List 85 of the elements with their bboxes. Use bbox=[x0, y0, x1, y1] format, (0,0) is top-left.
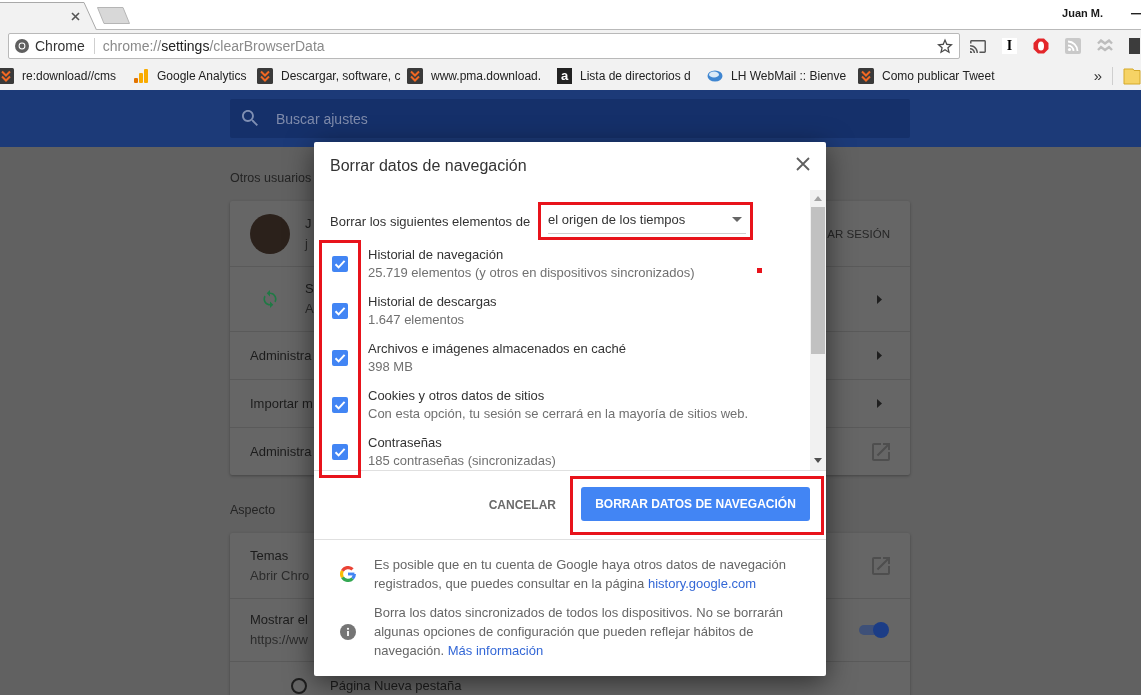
caret-icon bbox=[732, 217, 742, 222]
double-chevron-icon bbox=[257, 68, 273, 84]
time-range-dropdown[interactable]: el origen de los tiempos bbox=[548, 206, 746, 234]
g-logo-icon bbox=[340, 566, 356, 582]
item-description: 398 MB bbox=[368, 357, 414, 376]
profile-name[interactable]: Juan M. bbox=[1062, 7, 1103, 20]
double-chevron-icon bbox=[407, 68, 423, 84]
cast-icon[interactable] bbox=[970, 39, 986, 53]
scrollbar[interactable] bbox=[810, 190, 826, 470]
toggle-switch[interactable] bbox=[856, 620, 890, 640]
item-title: Contraseñas bbox=[368, 433, 443, 452]
sync-icon bbox=[261, 290, 279, 308]
avatar bbox=[250, 213, 290, 254]
bookmark-item[interactable]: Google Analytics bbox=[133, 64, 257, 88]
tile-icon[interactable] bbox=[1129, 38, 1140, 54]
octagon-icon[interactable] bbox=[1033, 38, 1049, 54]
bookmark-item[interactable]: a Lista de directorios d bbox=[557, 64, 707, 88]
range-label: Borrar los siguientes elementos de bbox=[330, 214, 531, 229]
section-heading: Otros usuarios bbox=[230, 171, 312, 185]
more-bookmarks-button[interactable]: » bbox=[1093, 67, 1102, 85]
bookmark-item[interactable]: Como publicar Tweet bbox=[858, 64, 1008, 88]
row-subtitle: Abrir Chro bbox=[250, 566, 310, 585]
item-description: 1.647 elementos bbox=[368, 310, 466, 329]
bookmark-item[interactable]: www.pma.download. bbox=[407, 64, 557, 88]
letter-tile-icon: a bbox=[557, 68, 572, 84]
chevron-right-icon bbox=[877, 351, 882, 360]
section-heading: Aspecto bbox=[230, 503, 276, 517]
row-title: Administra bbox=[250, 442, 312, 461]
address-bar[interactable]: Chrome chrome://settings/clearBrowserData bbox=[8, 33, 960, 59]
extension-button[interactable]: I bbox=[1002, 38, 1017, 54]
url-text[interactable]: chrome://settings/clearBrowserData bbox=[102, 37, 325, 55]
item-title: Historial de descargas bbox=[368, 292, 497, 311]
row-title: S bbox=[305, 280, 314, 298]
new-tab-button[interactable] bbox=[97, 7, 130, 24]
checkbox[interactable] bbox=[332, 302, 348, 319]
note-text: Es posible que en tu cuenta de Google haya otros datos de navegación registrados, que puedes consultar en la página history.google.com bbox=[374, 556, 787, 593]
bookmark-item[interactable]: Descargar, software, c bbox=[257, 64, 407, 88]
minimize-icon[interactable] bbox=[1131, 13, 1141, 15]
checkbox[interactable] bbox=[332, 255, 348, 272]
double-chevron-icon bbox=[858, 68, 874, 84]
squiggle-icon[interactable] bbox=[1097, 39, 1113, 53]
item-description: Con esta opción, tu sesión se cerrará en la mayoría de sitios web. bbox=[368, 404, 749, 423]
note-text: Borra los datos sincronizados de todos los dispositivos. No se borrarán algunas opciones de configuración que pueden reflejar hábitos de navegación. Más información bbox=[374, 604, 784, 660]
item-title: Archivos e imágenes almacenados en caché bbox=[368, 339, 626, 358]
row-title: Mostrar el bbox=[250, 611, 308, 629]
item-description: 185 contraseñas (sincronizadas) bbox=[368, 451, 556, 470]
chevron-right-icon bbox=[877, 399, 882, 408]
feed-icon[interactable] bbox=[1065, 38, 1081, 54]
row-subtitle: https://ww bbox=[250, 631, 308, 649]
radio-button[interactable] bbox=[291, 677, 307, 694]
bar-chart-icon bbox=[133, 68, 149, 84]
info-icon bbox=[340, 623, 356, 640]
folder-icon[interactable] bbox=[1123, 67, 1141, 85]
row-title: Importar m bbox=[250, 394, 313, 413]
row-title: Temas bbox=[250, 546, 290, 565]
checkbox[interactable] bbox=[332, 396, 348, 413]
cancel-button[interactable]: CANCELAR bbox=[480, 489, 564, 521]
circle-logo-icon bbox=[15, 39, 29, 53]
row-title: Página Nueva pestaña bbox=[330, 676, 462, 695]
close-icon[interactable] bbox=[796, 157, 810, 171]
clear-data-button[interactable]: BORRAR DATOS DE NAVEGACIÓN bbox=[581, 486, 810, 521]
scrollbar-thumb[interactable] bbox=[811, 207, 825, 354]
item-description: 25.719 elementos (y otros en dispositivos sincronizados) bbox=[368, 263, 695, 282]
row-title: Administra bbox=[250, 346, 312, 365]
link[interactable]: history.google.com bbox=[647, 576, 757, 591]
checkbox[interactable] bbox=[332, 443, 348, 460]
item-title: Cookies y otros datos de sitios bbox=[368, 386, 546, 405]
scroll-up-arrow-icon[interactable] bbox=[814, 196, 822, 201]
link[interactable]: Más información bbox=[447, 643, 544, 658]
chevron-right-icon bbox=[877, 294, 882, 304]
square-mark-icon bbox=[757, 268, 762, 273]
close-icon[interactable] bbox=[71, 12, 80, 21]
site-label: Chrome bbox=[35, 37, 85, 55]
star-icon[interactable] bbox=[937, 38, 953, 54]
dialog-title: Borrar datos de navegación bbox=[330, 156, 527, 175]
search-icon bbox=[242, 110, 258, 126]
item-title: Historial de navegación bbox=[368, 245, 505, 264]
double-chevron-icon bbox=[0, 68, 14, 84]
row-title: J bbox=[305, 214, 312, 233]
checkbox[interactable] bbox=[332, 349, 348, 366]
disc-icon bbox=[707, 69, 723, 83]
bookmark-item[interactable]: LH WebMail :: Bienve bbox=[707, 64, 858, 88]
search-field[interactable]: Buscar ajustes bbox=[230, 99, 910, 138]
bookmark-item[interactable]: re:download//cms bbox=[0, 64, 133, 88]
scroll-down-arrow-icon[interactable] bbox=[814, 458, 822, 463]
